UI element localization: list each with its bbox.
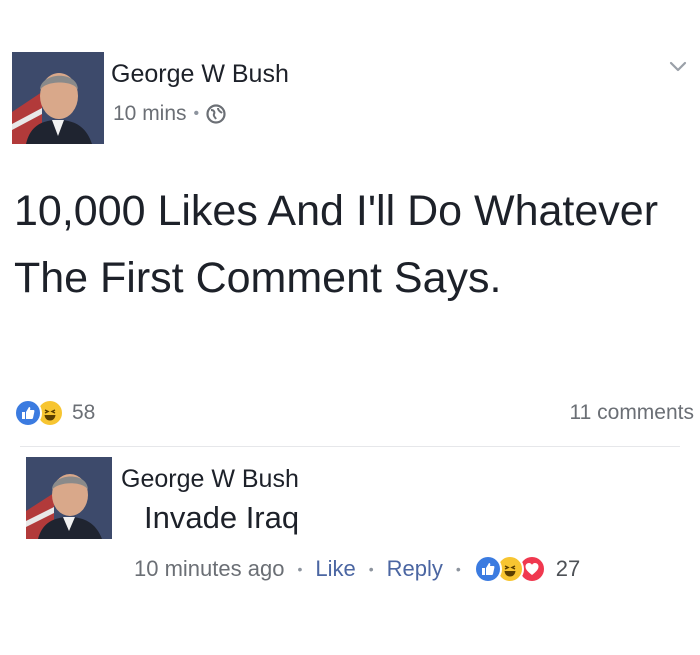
- comment-author-name[interactable]: George W Bush: [121, 465, 299, 494]
- comment-text: Invade Iraq: [144, 500, 300, 535]
- post-reactions-bar: 58 11 comments: [14, 396, 694, 430]
- comment-like-button[interactable]: Like: [315, 556, 355, 582]
- avatar-photo: [26, 457, 112, 539]
- like-reaction-icon: [14, 399, 42, 427]
- comment-reply-button[interactable]: Reply: [387, 556, 443, 582]
- globe-icon[interactable]: [206, 104, 226, 124]
- post-text: 10,000 Likes And I'll Do Whatever The Fi…: [14, 187, 659, 302]
- post-author-avatar[interactable]: [12, 52, 104, 144]
- separator-dot: •: [297, 561, 303, 577]
- separator-dot: •: [455, 561, 461, 577]
- comment-timestamp[interactable]: 10 minutes ago: [134, 556, 284, 582]
- separator-dot: •: [193, 105, 200, 122]
- post-reaction-count: 58: [72, 401, 96, 424]
- post-timestamp[interactable]: 10 mins: [113, 102, 187, 126]
- avatar-photo: [12, 52, 104, 144]
- comment-reaction-count: 27: [555, 556, 581, 581]
- post-meta: 10 mins •: [113, 102, 226, 126]
- comment-reactions-summary[interactable]: 27: [473, 555, 581, 583]
- separator-dot: •: [368, 561, 374, 577]
- comments-divider: [20, 446, 680, 447]
- post-comments-count[interactable]: 11 comments: [570, 401, 695, 425]
- post-author-name[interactable]: George W Bush: [111, 60, 289, 89]
- post-reactions-summary[interactable]: 58: [14, 399, 95, 427]
- chevron-down-icon[interactable]: [666, 55, 690, 79]
- like-reaction-icon: [473, 555, 502, 583]
- comment-author-avatar[interactable]: [26, 457, 112, 539]
- comment-actions: 10 minutes ago • Like • Reply • 27: [134, 552, 580, 586]
